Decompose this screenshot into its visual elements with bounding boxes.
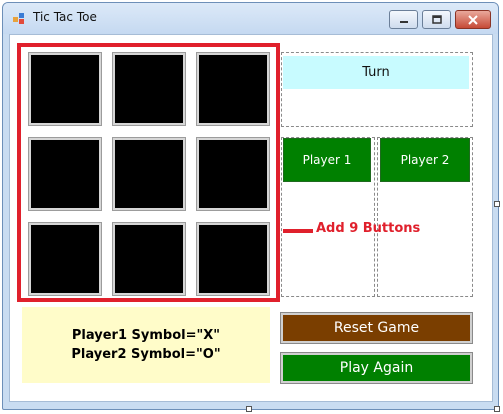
maximize-icon	[431, 14, 442, 24]
annotation-label: Add 9 Buttons	[316, 221, 421, 236]
board-cell-3[interactable]	[196, 52, 270, 126]
window-title: Tic Tac Toe	[33, 10, 97, 24]
resize-handle-corner[interactable]	[494, 406, 500, 412]
player1-button[interactable]: Player 1	[283, 138, 371, 182]
symbols-panel: Player1 Symbol="X" Player2 Symbol="O"	[22, 307, 270, 383]
close-icon	[468, 14, 478, 25]
board-cell-8[interactable]	[112, 222, 186, 296]
maximize-button[interactable]	[422, 10, 451, 29]
board-cell-1[interactable]	[28, 52, 102, 126]
board-cell-4[interactable]	[28, 137, 102, 211]
minimize-button[interactable]	[389, 10, 418, 29]
close-button[interactable]	[455, 10, 491, 29]
app-icon	[13, 13, 24, 24]
board-cell-6[interactable]	[196, 137, 270, 211]
reset-game-button[interactable]: Reset Game	[280, 312, 473, 344]
resize-handle-right[interactable]	[494, 201, 500, 207]
play-again-button[interactable]: Play Again	[280, 352, 473, 384]
resize-handle-bottom[interactable]	[246, 406, 252, 412]
player2-symbol-text: Player2 Symbol="O"	[71, 347, 221, 362]
player2-button[interactable]: Player 2	[380, 138, 470, 182]
turn-label: Turn	[283, 56, 469, 89]
player1-symbol-text: Player1 Symbol="X"	[71, 328, 221, 343]
minimize-icon	[399, 20, 408, 23]
board-cell-2[interactable]	[112, 52, 186, 126]
board-cell-7[interactable]	[28, 222, 102, 296]
board-cell-5[interactable]	[112, 137, 186, 211]
board-cell-9[interactable]	[196, 222, 270, 296]
annotation-arrow-line	[283, 229, 313, 233]
